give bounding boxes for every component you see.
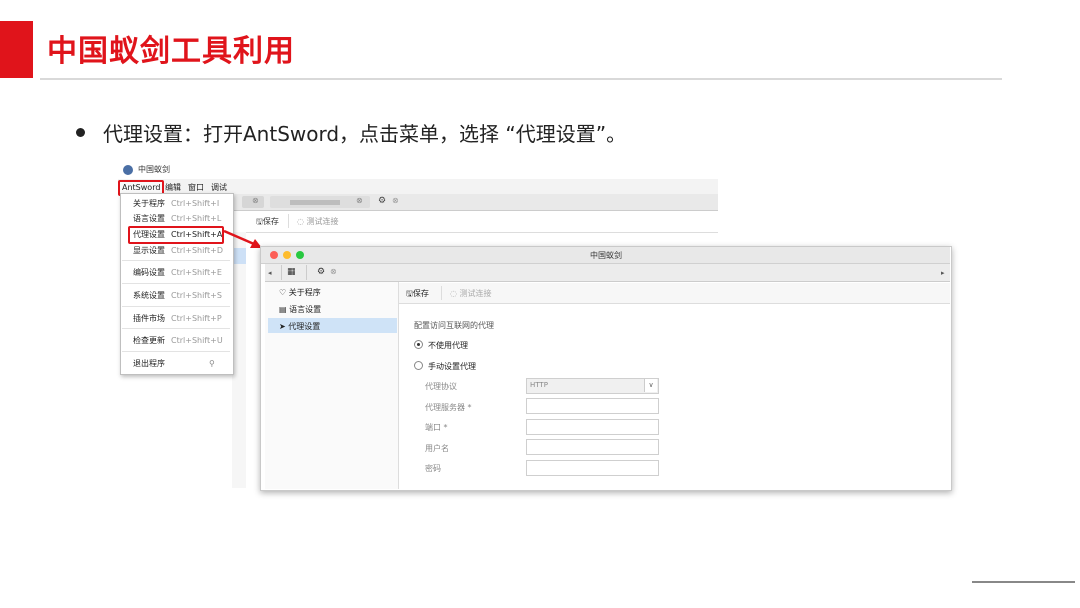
server-label: 代理服务器 * bbox=[425, 403, 472, 412]
back-test-connection-button[interactable]: ◌ 测试连接 bbox=[297, 216, 339, 227]
password-label: 密码 bbox=[425, 464, 441, 473]
back-window-titlebar bbox=[120, 162, 718, 179]
menu-divider bbox=[122, 351, 230, 352]
menu-edit[interactable]: 编辑 bbox=[165, 182, 181, 193]
manual-proxy-radio[interactable] bbox=[414, 361, 423, 370]
protocol-select-value: HTTP bbox=[530, 381, 548, 389]
front-window-tabbar bbox=[265, 264, 950, 282]
bullet-point-icon bbox=[76, 128, 85, 137]
paper-plane-icon: ➤ bbox=[279, 322, 289, 331]
menu-item-encoding[interactable]: 编码设置 Ctrl+Shift+E bbox=[133, 267, 222, 278]
save-icon: 🖫 bbox=[406, 289, 413, 298]
port-label: 端口 * bbox=[425, 423, 448, 432]
username-input[interactable] bbox=[526, 439, 659, 455]
save-button[interactable]: 🖫保存 bbox=[406, 288, 429, 302]
menu-window[interactable]: 窗口 bbox=[188, 182, 204, 193]
back-window-title: 中国蚁剑 bbox=[138, 165, 170, 174]
sidebar-item-about[interactable]: ♡ 关于程序 bbox=[279, 287, 321, 298]
slide-title: 中国蚁剑工具利用 bbox=[47, 34, 295, 69]
chevron-down-icon[interactable]: ∨ bbox=[644, 379, 657, 392]
front-window-title: 中国蚁剑 bbox=[590, 251, 622, 260]
no-proxy-radio[interactable] bbox=[414, 340, 423, 349]
minimize-window-icon[interactable] bbox=[283, 251, 291, 259]
menu-item-update[interactable]: 检查更新 Ctrl+Shift+U bbox=[133, 335, 223, 346]
menu-item-plugins[interactable]: 插件市场 Ctrl+Shift+P bbox=[133, 313, 222, 324]
heart-icon: ♡ bbox=[279, 288, 289, 297]
toolbar-separator bbox=[288, 214, 289, 228]
sidebar-item-proxy[interactable]: ➤ 代理设置 bbox=[279, 321, 320, 332]
proxy-menu-highlight bbox=[128, 226, 224, 244]
test-connection-button[interactable]: ◌ 测试连接 bbox=[450, 288, 492, 299]
blurred-tab-label bbox=[290, 200, 340, 205]
title-divider bbox=[40, 78, 1002, 80]
chevron-right-icon[interactable]: ▸ bbox=[941, 269, 945, 277]
grid-icon[interactable]: ▦ bbox=[287, 267, 296, 277]
menu-divider bbox=[122, 306, 230, 307]
gear-icon[interactable]: ⚙ bbox=[378, 196, 386, 206]
maximize-window-icon[interactable] bbox=[296, 251, 304, 259]
menu-item-language[interactable]: 语言设置 Ctrl+Shift+L bbox=[133, 213, 221, 224]
tab-close-icon[interactable]: ⊗ bbox=[252, 196, 259, 205]
toolbar-separator bbox=[441, 286, 442, 300]
app-logo-icon bbox=[123, 165, 133, 175]
protocol-label: 代理协议 bbox=[425, 382, 457, 391]
proxy-section-title: 配置访问互联网的代理 bbox=[414, 321, 494, 330]
back-window-sidebar bbox=[232, 232, 246, 488]
menu-item-system[interactable]: 系统设置 Ctrl+Shift+S bbox=[133, 290, 222, 301]
save-icon: 🖫 bbox=[256, 217, 263, 226]
menu-debug[interactable]: 调试 bbox=[211, 182, 227, 193]
title-accent-bar bbox=[0, 21, 33, 78]
close-window-icon[interactable] bbox=[270, 251, 278, 259]
menu-divider bbox=[122, 328, 230, 329]
manual-proxy-label: 手动设置代理 bbox=[428, 362, 476, 371]
tab-close-icon[interactable]: ⊗ bbox=[330, 267, 337, 276]
no-proxy-label: 不使用代理 bbox=[428, 341, 468, 350]
refresh-icon: ◌ bbox=[297, 217, 307, 226]
username-label: 用户名 bbox=[425, 444, 449, 453]
refresh-icon: ◌ bbox=[450, 289, 460, 298]
password-input[interactable] bbox=[526, 460, 659, 476]
red-arrow-icon bbox=[223, 229, 262, 248]
menu-divider bbox=[122, 283, 230, 284]
chevron-left-icon[interactable]: ◂ bbox=[268, 269, 272, 277]
gear-icon[interactable]: ⚙ bbox=[317, 267, 325, 277]
language-icon: ▤ bbox=[279, 305, 290, 314]
search-icon: ⚲ bbox=[209, 359, 215, 368]
menu-divider bbox=[122, 260, 230, 261]
menu-item-quit[interactable]: 退出程序 bbox=[133, 358, 165, 369]
proxy-server-input[interactable] bbox=[526, 398, 659, 414]
bullet-text: 代理设置：打开AntSword，点击菜单，选择 “代理设置”。 bbox=[103, 122, 627, 146]
tab-close-icon[interactable]: ⊗ bbox=[356, 196, 363, 205]
menu-item-about[interactable]: 关于程序 Ctrl+Shift+I bbox=[133, 198, 219, 209]
menu-item-display[interactable]: 显示设置 Ctrl+Shift+D bbox=[133, 245, 223, 256]
port-input[interactable] bbox=[526, 419, 659, 435]
footer-line bbox=[972, 581, 1075, 583]
sidebar-item-language[interactable]: ▤ 语言设置 bbox=[279, 304, 321, 315]
tab-close-icon[interactable]: ⊗ bbox=[392, 196, 399, 205]
